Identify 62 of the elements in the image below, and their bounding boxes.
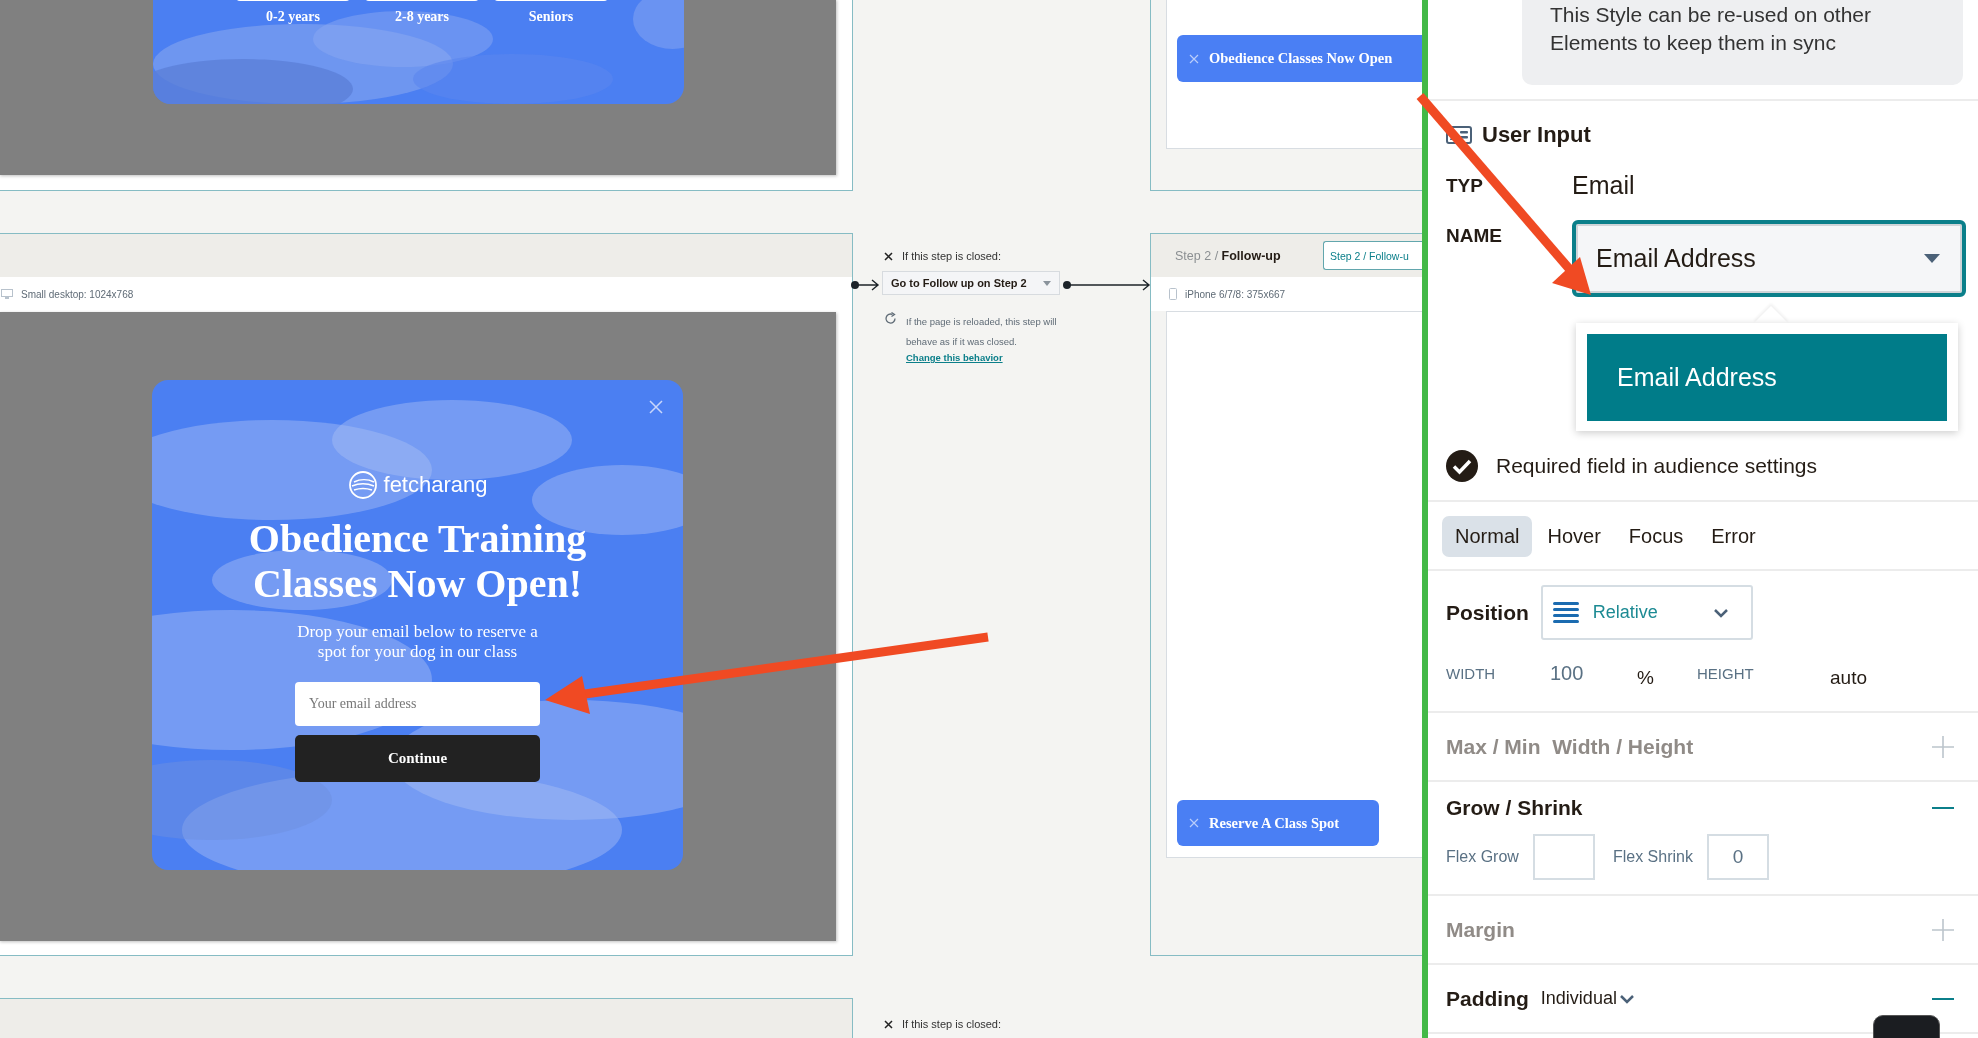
- device-label: Small desktop: 1024x768: [21, 288, 134, 300]
- age-label: Seniors: [528, 9, 574, 25]
- age-label: 2-8 years: [394, 9, 449, 25]
- width-unit[interactable]: %: [1637, 667, 1654, 689]
- continue-button[interactable]: Continue: [295, 735, 540, 782]
- close-rule-label: If this step is closed:: [902, 1018, 1002, 1030]
- change-behavior-link[interactable]: Change this behavior: [906, 352, 1003, 363]
- dropdown-option[interactable]: Email Address: [1587, 334, 1947, 421]
- height-label: HEIGHT: [1697, 664, 1754, 682]
- email-field[interactable]: Your email address: [295, 682, 540, 726]
- close-icon[interactable]: [649, 400, 663, 414]
- brand-name: fetcharang: [383, 472, 488, 498]
- chevron-down-icon: [1712, 607, 1729, 618]
- style-note: This Style can be re-used on other Elements to keep them in sync: [1522, 0, 1963, 85]
- id-card-icon: [1446, 126, 1472, 144]
- field-label: TYP: [1446, 175, 1483, 195]
- popup-teaser-button[interactable]: Obedience Classes Now Open: [1177, 35, 1422, 82]
- section-title[interactable]: Grow / Shrink: [1446, 796, 1583, 820]
- close-rule-label: If this step is closed:: [902, 250, 1002, 262]
- close-icon: [1189, 818, 1199, 828]
- popup-title: Obedience Training Classes Now Open!: [247, 516, 588, 606]
- close-icon: [1189, 53, 1199, 64]
- caret-icon: [1043, 280, 1051, 286]
- close-icon: [884, 1019, 893, 1029]
- step-tab[interactable]: Step 2 / Follow-u: [1323, 241, 1422, 270]
- chevron-down-icon: [1618, 993, 1635, 1004]
- field-label: NAME: [1446, 224, 1502, 248]
- logo-icon: [347, 470, 378, 500]
- required-label: Required field in audience settings: [1496, 454, 1818, 478]
- connector-arrow: [851, 279, 880, 291]
- reserve-button[interactable]: Reserve A Class Spot: [1177, 800, 1379, 846]
- state-tab[interactable]: Error: [1698, 516, 1769, 557]
- flex-shrink-field[interactable]: 0: [1706, 834, 1769, 880]
- close-icon: [884, 251, 893, 261]
- popup-subtitle: Drop your email below to reserve a spot for your dog in our class: [296, 622, 539, 662]
- check-circle-icon[interactable]: [1446, 450, 1478, 482]
- flex-grow-field[interactable]: [1532, 834, 1595, 880]
- action-dropdown[interactable]: Go to Follow up on Step 2: [882, 271, 1060, 295]
- width-value[interactable]: 100: [1550, 661, 1584, 685]
- width-label: WIDTH: [1446, 664, 1496, 682]
- flex-shrink-label: Flex Shrink: [1612, 848, 1693, 866]
- phone-icon: [1169, 288, 1177, 300]
- section-title: User Input: [1482, 122, 1591, 148]
- age-label: 0-2 years: [265, 9, 320, 25]
- device-label: iPhone 6/7/8: 375x667: [1185, 288, 1286, 300]
- flex-grow-label: Flex Grow: [1446, 848, 1519, 866]
- reload-note: If the page is reloaded, this step will behave as if it was closed.: [906, 315, 1058, 349]
- state-tab[interactable]: Hover: [1534, 516, 1614, 557]
- section-title[interactable]: Padding: [1446, 986, 1529, 1011]
- type-value: Email: [1572, 170, 1635, 200]
- name-select[interactable]: Email Address: [1572, 220, 1966, 297]
- monitor-icon: [1, 288, 13, 300]
- reload-icon: [884, 312, 897, 325]
- lines-icon: [1552, 601, 1579, 624]
- position-label: Position: [1446, 600, 1529, 625]
- position-select[interactable]: Relative: [1540, 585, 1753, 640]
- state-tab[interactable]: Focus: [1615, 516, 1697, 557]
- height-value[interactable]: auto: [1830, 667, 1867, 689]
- caret-icon: [1924, 254, 1940, 263]
- padding-mode-select[interactable]: Individual: [1540, 988, 1635, 1009]
- step-title: Step 2 / Follow-up: [1175, 248, 1281, 263]
- state-tab[interactable]: Normal: [1442, 516, 1533, 557]
